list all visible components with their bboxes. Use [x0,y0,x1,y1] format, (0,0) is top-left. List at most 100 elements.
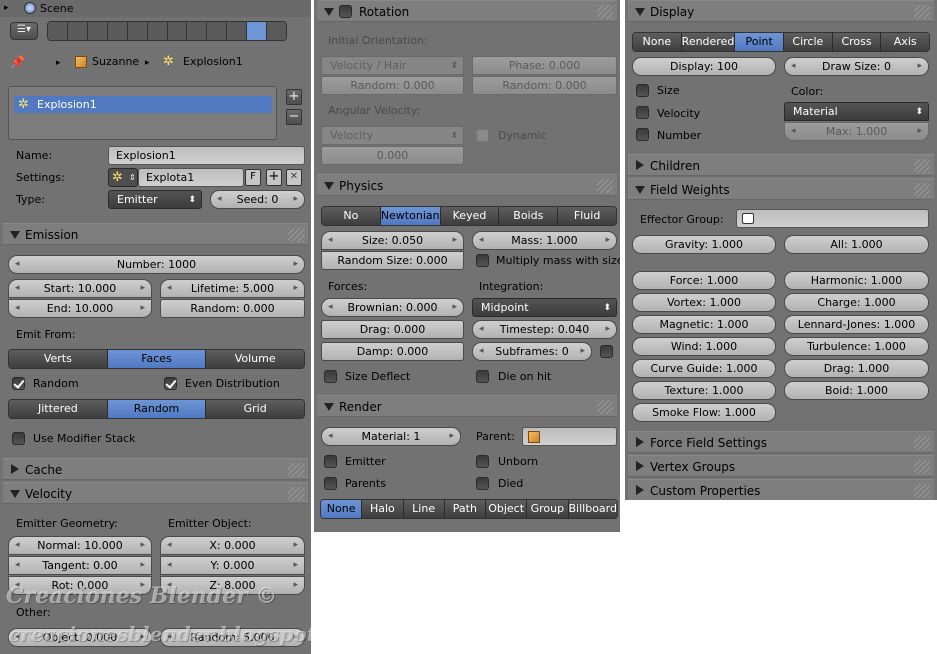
multiply-mass-checkbox[interactable] [476,254,489,267]
rotation-enable-checkbox[interactable] [339,5,352,18]
force-weight-field[interactable]: Force: 1.000 [632,271,776,290]
drag-slider[interactable]: Drag: 0.000 [321,320,464,339]
expand-arrow-icon[interactable]: ▸ [4,1,9,15]
unlink-x-icon[interactable]: ✕ [286,169,302,186]
emitter-checkbox[interactable] [324,455,337,468]
display-none-button[interactable]: None [633,33,682,51]
wind-weight-field[interactable]: Wind: 1.000 [632,337,776,356]
display-rendered-button[interactable]: Rendered [681,33,736,51]
boid-weight-field[interactable]: Boid: 1.000 [784,381,929,400]
harmonic-weight-field[interactable]: Harmonic: 1.000 [784,271,929,290]
number-checkbox[interactable] [636,128,649,141]
type-select[interactable]: Emitter ⬍ [108,190,202,209]
display-point-button[interactable]: Point [735,33,785,51]
max-field[interactable]: ◂ Max: 1.000 ▸ [784,122,929,141]
drag-grip-icon[interactable] [288,487,304,501]
drag-grip-icon[interactable] [914,5,930,19]
material-field[interactable]: ◂ Material: 1 ▸ [321,427,461,446]
modifiers-tab-icon[interactable] [167,22,188,40]
drag-grip-icon[interactable] [597,5,613,19]
random-size-slider[interactable]: Random Size: 0.000 [321,251,464,270]
all-field[interactable]: All: 1.000 [784,235,929,254]
magnetic-weight-field[interactable]: Magnetic: 1.000 [632,315,776,334]
physics-fluid-button[interactable]: Fluid [558,207,616,225]
initial-orientation-select[interactable]: Velocity / Hair ⬍ [321,56,464,75]
turbulence-weight-field[interactable]: Turbulence: 1.000 [784,337,929,356]
lifetime-random-slider[interactable]: Random: 0.000 [160,299,305,318]
vertex-groups-header[interactable]: Vertex Groups [628,455,934,477]
drag-grip-icon[interactable] [914,436,930,450]
increment-arrow-icon[interactable]: ▸ [293,191,298,208]
new-settings-plus-icon[interactable]: + [266,169,282,186]
dist-grid-button[interactable]: Grid [206,400,304,418]
dynamic-checkbox[interactable] [476,129,489,142]
y-field[interactable]: ◂ Y: 0.000 ▸ [160,556,305,575]
random-checkbox[interactable] [12,377,25,390]
parent-field[interactable] [522,427,617,446]
even-distribution-checkbox[interactable] [164,377,177,390]
render-object-button[interactable]: Object [486,500,528,518]
normal-field[interactable]: ◂ Normal: 10.000 ▸ [8,536,152,555]
force-field-header[interactable]: Force Field Settings [628,431,934,453]
charge-weight-field[interactable]: Charge: 1.000 [784,293,929,312]
orientation-random-slider[interactable]: Random: 0.000 [321,76,464,95]
drag-grip-icon[interactable] [597,179,613,193]
seed-field[interactable]: ◂ Seed: 0 ▸ [210,190,305,209]
settings-field[interactable]: Explota1 [138,168,244,187]
render-halo-button[interactable]: Halo [362,500,404,518]
size-checkbox[interactable] [636,84,649,97]
particles-tab-icon[interactable] [247,22,268,40]
subframes-field[interactable]: ◂ Subframes: 0 ▸ [472,342,592,361]
scene-tab-icon[interactable] [87,22,108,40]
drag-grip-icon[interactable] [597,400,613,414]
velocity-header[interactable]: Velocity [3,482,308,504]
dist-random-button[interactable]: Random [107,400,207,418]
render-group-button[interactable]: Group [527,500,569,518]
drag-grip-icon[interactable] [914,460,930,474]
tangent-field[interactable]: ◂ Tangent: 0.00 ▸ [8,556,152,575]
velocity-checkbox[interactable] [636,106,649,119]
died-checkbox[interactable] [476,477,489,490]
angular-velocity-amount[interactable]: 0.000 [321,146,464,165]
modifier-stack-checkbox[interactable] [12,432,25,445]
drag-grip-icon[interactable] [288,463,304,477]
texture-tab-icon[interactable] [227,22,248,40]
timestep-field[interactable]: ◂ Timestep: 0.040 ▸ [472,320,617,339]
field-weights-header[interactable]: Field Weights [628,178,934,200]
drag-grip-icon[interactable] [914,183,930,197]
physics-keyed-button[interactable]: Keyed [440,207,500,225]
display-circle-button[interactable]: Circle [784,33,833,51]
drag-weight-field[interactable]: Drag: 1.000 [784,359,929,378]
list-item-selected[interactable]: ✲ Explosion1 [14,96,272,113]
die-on-hit-checkbox[interactable] [476,370,489,383]
pin-icon[interactable]: 📌 [10,55,25,69]
render-layers-tab-icon[interactable] [67,22,88,40]
texture-weight-field[interactable]: Texture: 1.000 [632,381,776,400]
physics-header[interactable]: Physics [317,174,617,196]
physics-newtonian-button[interactable]: Newtonian [380,207,441,225]
angular-velocity-select[interactable]: Velocity ⬍ [321,126,464,145]
render-header[interactable]: Render [317,395,617,417]
phase-random-slider[interactable]: Random: 0.000 [472,76,617,95]
data-tab-icon[interactable] [187,22,208,40]
cache-header[interactable]: Cache [3,458,308,480]
unborn-checkbox[interactable] [476,455,489,468]
render-line-button[interactable]: Line [403,500,445,518]
object-tab-icon[interactable] [127,22,148,40]
number-field[interactable]: ◂ Number: 1000 ▸ [8,255,305,274]
display-axis-button[interactable]: Axis [881,33,929,51]
name-field[interactable]: Explosion1 [108,146,305,165]
effector-group-field[interactable] [736,209,929,228]
x-field[interactable]: ◂ X: 0.000 ▸ [160,536,305,555]
render-none-button[interactable]: None [321,500,363,518]
drag-grip-icon[interactable] [288,228,304,242]
integration-select[interactable]: Midpoint ⬍ [472,298,617,317]
phase-slider[interactable]: Phase: 0.000 [472,56,617,75]
color-select[interactable]: Material ⬍ [784,102,929,121]
rotation-header[interactable]: Rotation [317,0,617,22]
constraints-tab-icon[interactable] [147,22,168,40]
remove-system-button[interactable]: − [286,109,302,125]
render-billboard-button[interactable]: Billboard [568,500,617,518]
smoke-flow-weight-field[interactable]: Smoke Flow: 1.000 [632,403,776,422]
display-header[interactable]: Display [628,0,934,22]
